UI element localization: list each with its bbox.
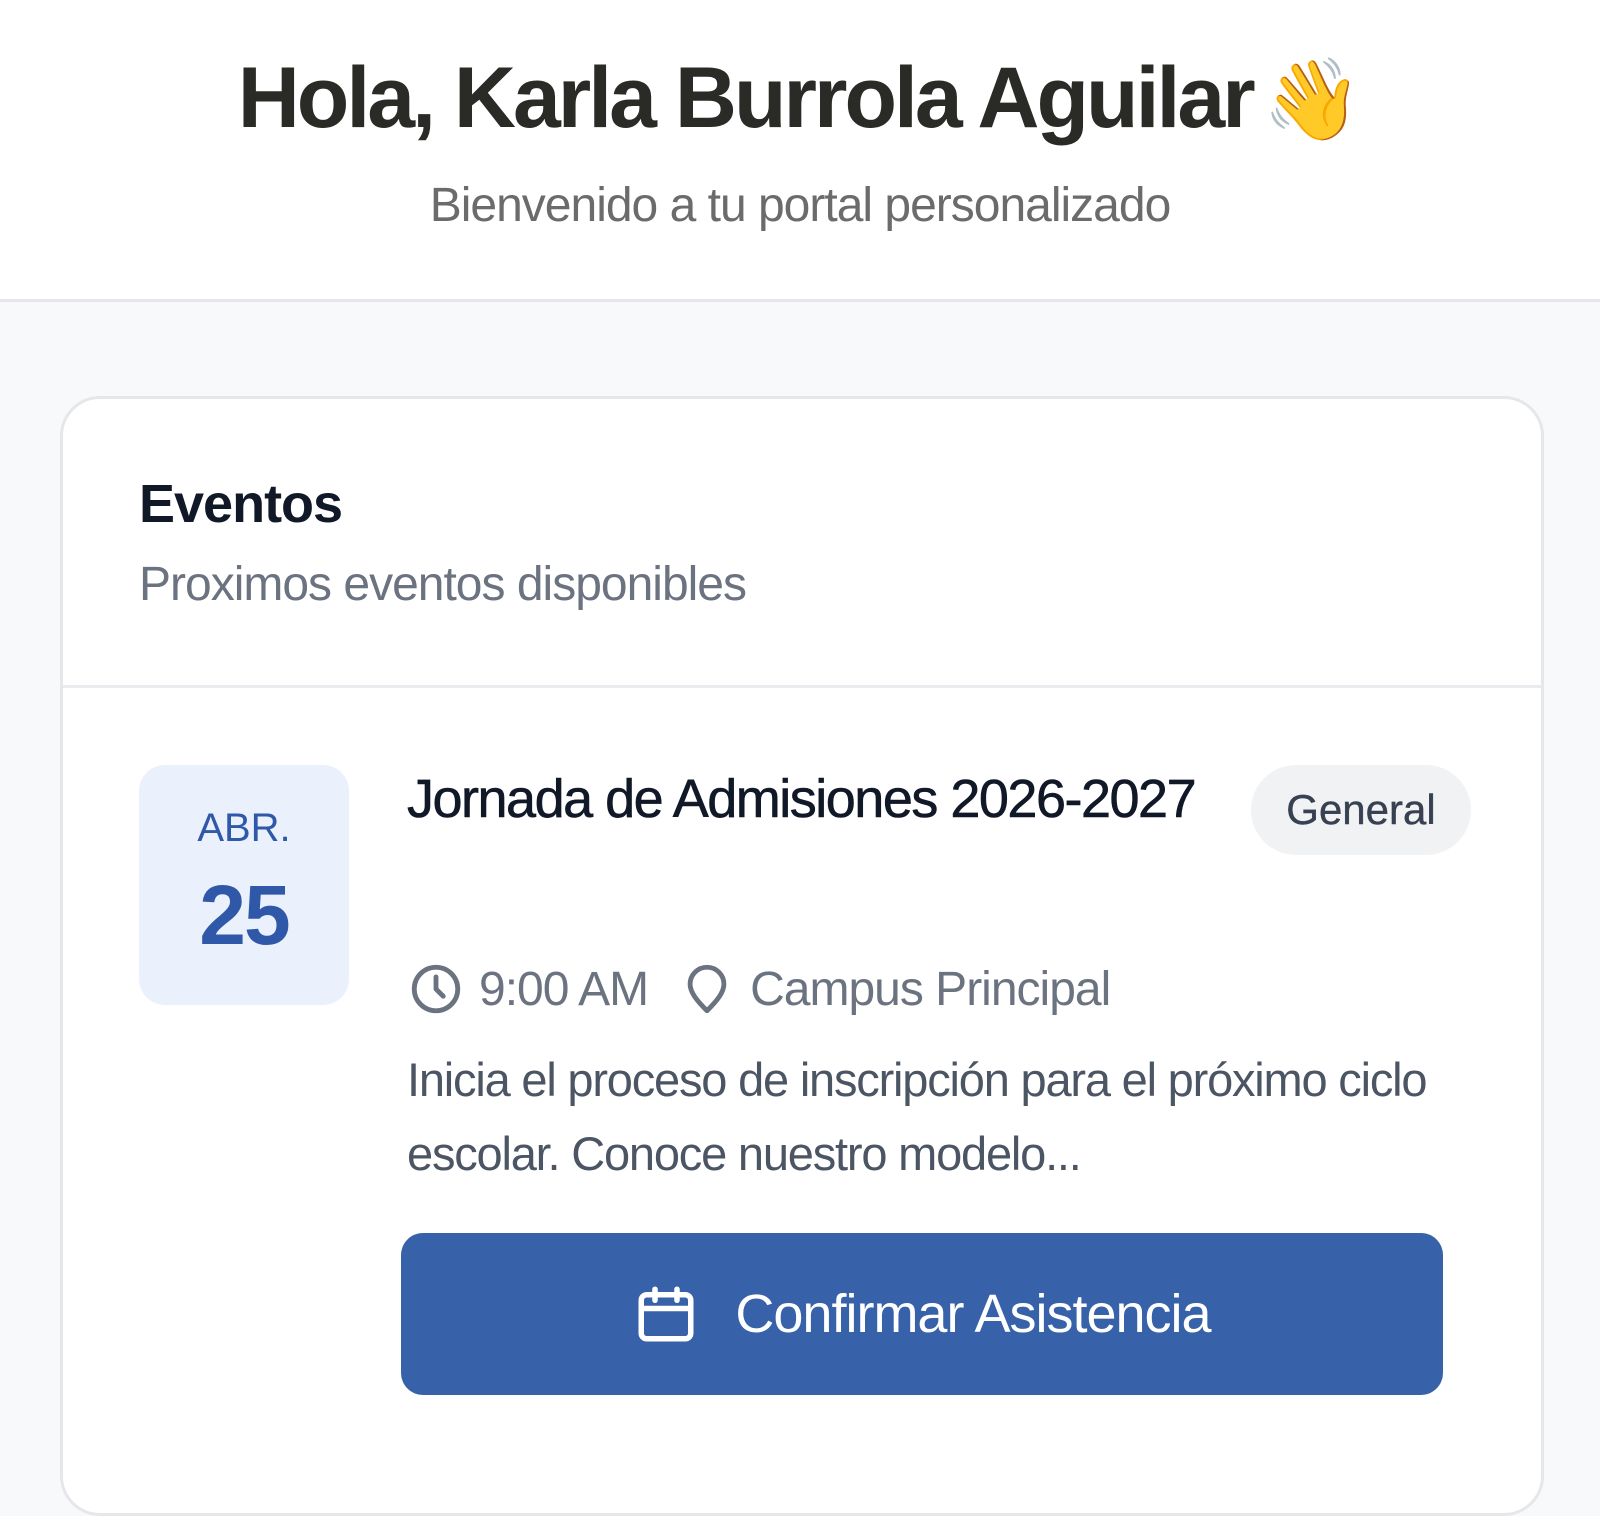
greeting-text: Hola, Karla Burrola Aguilar [237, 50, 1256, 146]
card-divider [63, 685, 1541, 688]
event-day: 25 [199, 868, 290, 962]
confirm-attendance-button[interactable]: Confirmar Asistencia [401, 1233, 1443, 1395]
greeting-heading: Hola, Karla Burrola Aguilar 👋 [0, 48, 1600, 150]
events-card: Eventos Proximos eventos disponibles ABR… [60, 396, 1544, 1516]
event-description: Inicia el proceso de inscripción para el… [407, 1053, 1428, 1180]
event-category-badge: General [1251, 765, 1471, 855]
page-header: Hola, Karla Burrola Aguilar 👋 Bienvenido … [0, 0, 1600, 302]
event-location: Campus Principal [750, 962, 1111, 1016]
event-month: ABR. [197, 806, 291, 850]
events-card-title: Eventos [139, 474, 343, 534]
waving-hand-icon: 👋 [1262, 53, 1363, 146]
greeting-subtitle: Bienvenido a tu portal personalizado [429, 179, 1172, 232]
event-title[interactable]: Jornada de Admisiones 2026-2027 [407, 755, 1227, 843]
events-card-subtitle: Proximos eventos disponibles [139, 558, 747, 611]
event-date-box: ABR. 25 [139, 765, 349, 1005]
map-pin-icon [678, 960, 736, 1018]
event-time: 9:00 AM [479, 962, 649, 1016]
event-meta: 9:00 AM Campus Principal [407, 949, 1111, 1029]
confirm-attendance-label: Confirmar Asistencia [735, 1284, 1211, 1344]
clock-icon [407, 960, 465, 1018]
calendar-icon [633, 1281, 699, 1347]
